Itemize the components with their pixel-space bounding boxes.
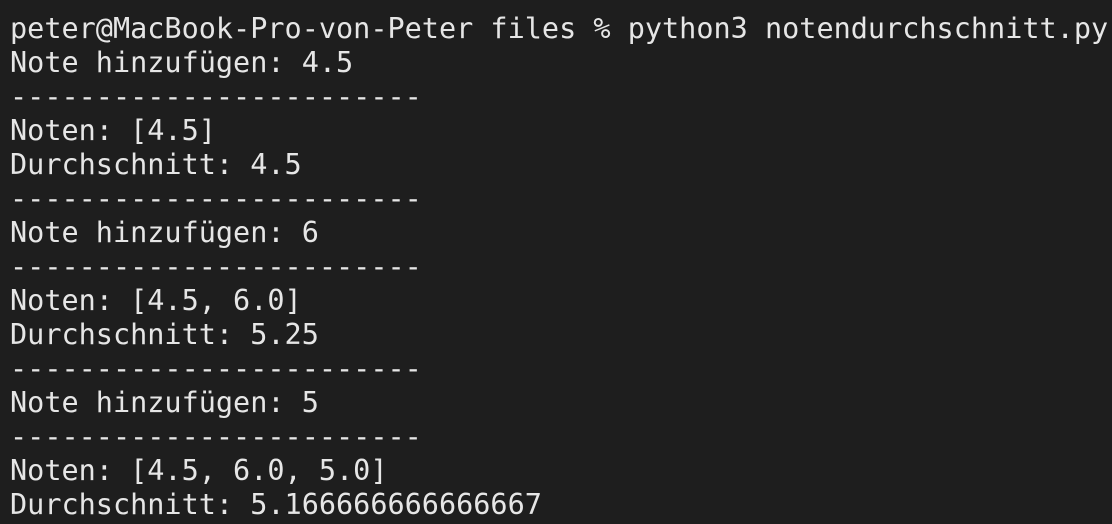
separator-line: ------------------------ — [10, 80, 422, 113]
separator-line: ------------------------ — [10, 420, 422, 453]
terminal-window[interactable]: peter@MacBook-Pro-von-Peter files % pyth… — [0, 0, 1112, 524]
average-line: Durchschnitt: 5.166666666666667 — [10, 488, 542, 521]
separator-line: ------------------------ — [10, 352, 422, 385]
separator-line: ------------------------ — [10, 250, 422, 283]
input-line: Note hinzufügen: 5 — [10, 386, 319, 419]
grades-line: Noten: [4.5, 6.0, 5.0] — [10, 454, 388, 487]
grades-line: Noten: [4.5, 6.0] — [10, 284, 302, 317]
input-line: Note hinzufügen: 6 — [10, 216, 319, 249]
prompt-command-line: peter@MacBook-Pro-von-Peter files % pyth… — [10, 12, 1109, 45]
input-line: Note hinzufügen: 4.5 — [10, 46, 354, 79]
average-line: Durchschnitt: 4.5 — [10, 148, 302, 181]
grades-line: Noten: [4.5] — [10, 114, 216, 147]
separator-line: ------------------------ — [10, 182, 422, 215]
average-line: Durchschnitt: 5.25 — [10, 318, 319, 351]
